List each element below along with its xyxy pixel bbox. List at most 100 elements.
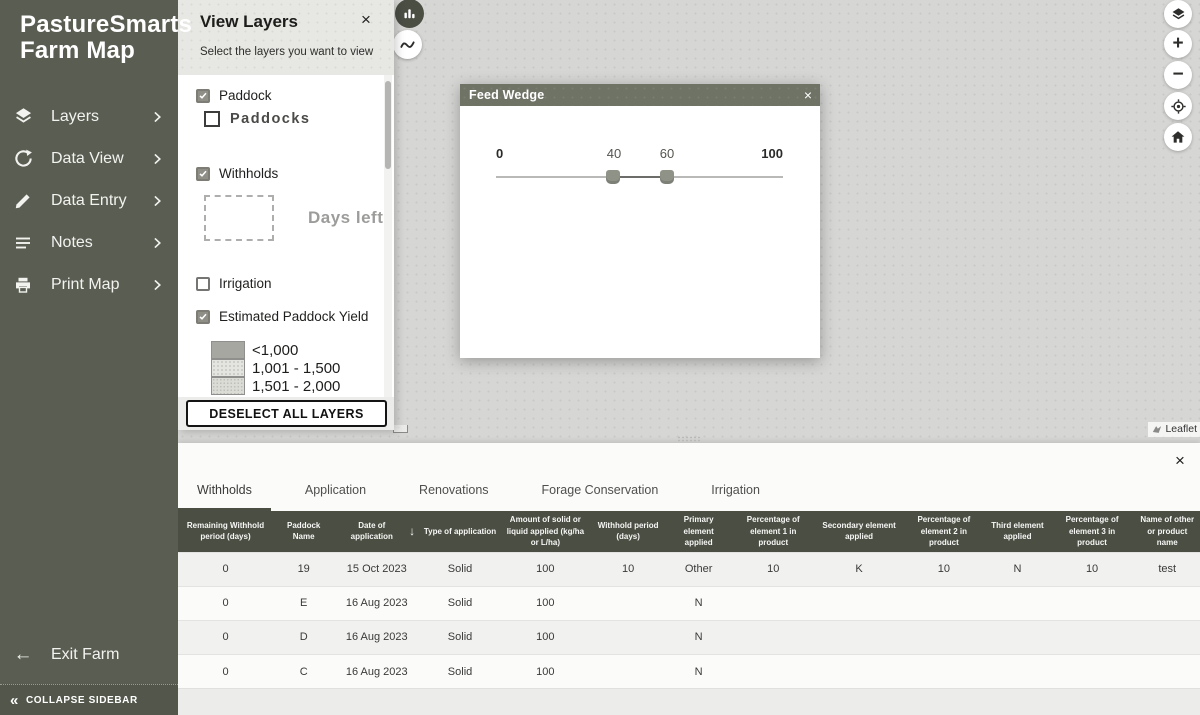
table-row[interactable]: 0 E 16 Aug 2023 Solid 100 N (178, 586, 1200, 620)
tab[interactable]: Application (286, 470, 385, 511)
column-header[interactable]: Remaining Withhold period (days) (178, 511, 273, 552)
cell: K (816, 552, 903, 586)
tab[interactable]: Forage Conservation (523, 470, 678, 511)
bar-chart-icon (402, 6, 417, 21)
zoom-in-button[interactable]: + (1164, 30, 1192, 58)
scrollbar-thumb[interactable] (385, 81, 391, 169)
cell: 10 (590, 552, 667, 586)
paddock-checkbox[interactable] (196, 89, 210, 103)
cell: 100 (501, 552, 590, 586)
table-row[interactable]: 0 19 15 Oct 2023 Solid 100 10 Other 10 K… (178, 552, 1200, 586)
view-layers-panel: View Layers Select the layers you want t… (178, 0, 394, 430)
yield-legend: <1,000 1,001 - 1,500 1,501 - 2,000 (211, 341, 340, 395)
bar-chart-button[interactable] (395, 0, 424, 28)
collapse-label: COLLAPSE SIDEBAR (26, 695, 138, 706)
column-header[interactable]: Secondary element applied (816, 511, 903, 552)
feed-wedge-body: 0 40 60 100 (460, 106, 820, 358)
cell: 10 (1050, 552, 1135, 586)
column-header-label: Name of other or product name (1138, 514, 1196, 549)
feed-wedge-title: Feed Wedge (469, 88, 544, 102)
tab[interactable]: Irrigation (692, 470, 779, 511)
irrigation-checkbox-row[interactable]: Irrigation (196, 276, 272, 291)
yield-checkbox-row[interactable]: Estimated Paddock Yield (196, 309, 368, 324)
feed-wedge-header[interactable]: Feed Wedge × (460, 84, 820, 106)
slider-handle-low[interactable] (606, 170, 620, 184)
cell: Solid (419, 586, 501, 620)
cell: 0 (178, 552, 273, 586)
column-header[interactable]: Paddock Name (273, 511, 334, 552)
panel-footer-space (178, 688, 1200, 715)
column-header-label: Primary element applied (670, 514, 726, 549)
table-row[interactable]: 0 C 16 Aug 2023 Solid 100 N (178, 654, 1200, 688)
cell (731, 586, 816, 620)
cell (816, 586, 903, 620)
panel-drag-handle[interactable] (677, 436, 701, 442)
sidebar-item-label: Data View (51, 150, 124, 168)
map-attribution[interactable]: Leaflet (1148, 422, 1200, 437)
column-header[interactable]: Percentage of element 3 in product (1050, 511, 1135, 552)
close-icon[interactable]: × (804, 88, 812, 102)
trend-line-icon (399, 36, 416, 53)
sidebar-item-data-entry[interactable]: Data Entry (0, 188, 178, 214)
deselect-all-layers-button[interactable]: DESELECT ALL LAYERS (186, 400, 387, 427)
zoom-out-button[interactable]: − (1164, 61, 1192, 89)
withholds-checkbox-row[interactable]: Withholds (196, 166, 278, 181)
tab-label: Renovations (419, 483, 489, 497)
tab[interactable]: Withholds (178, 470, 271, 511)
withholds-checkbox[interactable] (196, 167, 210, 181)
tab[interactable]: Renovations (400, 470, 508, 511)
chevron-right-icon (150, 152, 164, 166)
cell: D (273, 620, 334, 654)
map-canvas[interactable]: View Layers Select the layers you want t… (178, 0, 1200, 443)
irrigation-checkbox[interactable] (196, 277, 210, 291)
cell: 16 Aug 2023 (334, 586, 419, 620)
column-header[interactable]: Date of application ↓ (334, 511, 419, 552)
sidebar-item-label: Print Map (51, 276, 119, 294)
column-header[interactable]: Amount of solid or liquid applied (kg/ha… (501, 511, 590, 552)
yield-swatch-low (211, 341, 245, 359)
cell: E (273, 586, 334, 620)
paddock-checkbox-row[interactable]: Paddock (196, 88, 272, 103)
slider-handle-high[interactable] (660, 170, 674, 184)
sidebar-item-print-map[interactable]: Print Map (0, 272, 178, 298)
collapse-sidebar-button[interactable]: « COLLAPSE SIDEBAR (0, 684, 178, 715)
pencil-icon (12, 190, 34, 212)
column-header[interactable]: Third element applied (985, 511, 1049, 552)
column-header[interactable]: Type of application (419, 511, 501, 552)
locate-button[interactable] (1164, 92, 1192, 120)
column-header[interactable]: Withhold period (days) (590, 511, 667, 552)
sidebar-item-notes[interactable]: Notes (0, 230, 178, 256)
home-button[interactable] (1164, 123, 1192, 151)
tab-label: Withholds (197, 483, 252, 497)
sidebar-item-exit-farm[interactable]: ← Exit Farm (0, 642, 178, 668)
column-header-label: Percentage of element 3 in product (1054, 514, 1131, 549)
sidebar-item-data-view[interactable]: Data View (0, 146, 178, 172)
layers-icon (1170, 6, 1187, 23)
sidebar-item-layers[interactable]: Layers (0, 104, 178, 130)
cell: 0 (178, 654, 273, 688)
withholds-legend: Days left (204, 195, 383, 241)
cell (985, 654, 1049, 688)
close-icon[interactable]: × (1169, 450, 1191, 472)
yield-legend-row: 1,501 - 2,000 (211, 377, 340, 395)
cell: Solid (419, 654, 501, 688)
leaflet-flag-icon (1152, 425, 1162, 434)
column-header[interactable]: Name of other or product name (1134, 511, 1200, 552)
cell: 100 (501, 654, 590, 688)
feed-wedge-trend-button[interactable] (393, 30, 422, 59)
table-body: 0 19 15 Oct 2023 Solid 100 10 Other 10 K… (178, 552, 1200, 688)
column-header[interactable]: Percentage of element 1 in product (731, 511, 816, 552)
column-header[interactable]: Percentage of element 2 in product (903, 511, 986, 552)
chevron-right-icon (150, 110, 164, 124)
table-row[interactable]: 0 D 16 Aug 2023 Solid 100 N (178, 620, 1200, 654)
column-header[interactable]: Primary element applied (666, 511, 730, 552)
map-layers-control[interactable] (1164, 0, 1192, 28)
cell: 15 Oct 2023 (334, 552, 419, 586)
refresh-icon (12, 148, 34, 170)
yield-checkbox[interactable] (196, 310, 210, 324)
close-icon[interactable]: × (354, 8, 378, 32)
cell: N (666, 586, 730, 620)
slider-max-label: 100 (753, 146, 783, 161)
cell (1050, 654, 1135, 688)
panel-scrollbar[interactable] (384, 75, 392, 397)
